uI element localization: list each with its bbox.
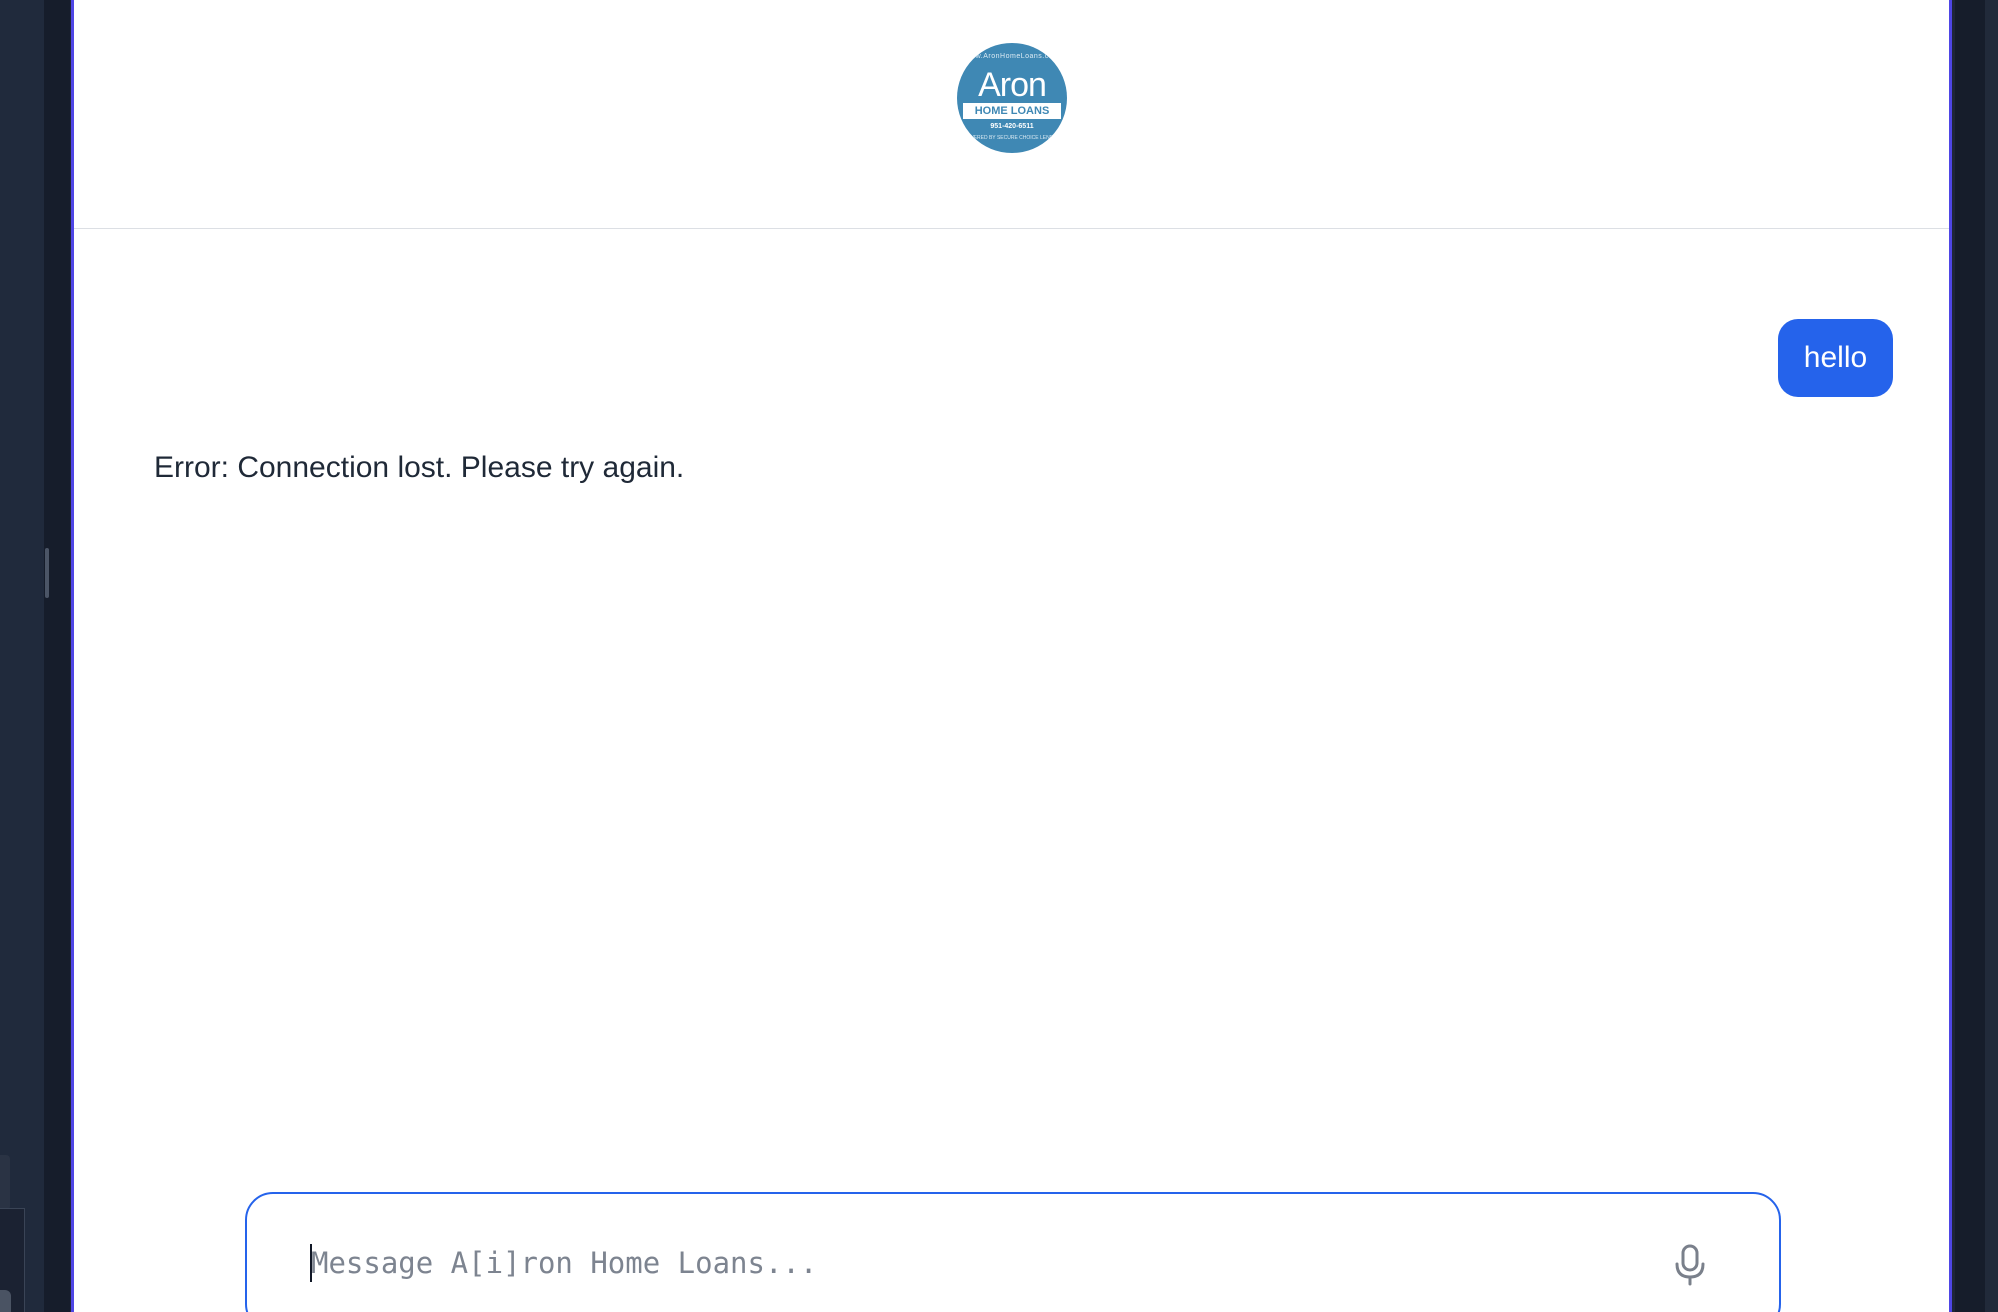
logo-band: HOME LOANS [963, 103, 1061, 119]
message-composer [245, 1192, 1781, 1312]
brand-logo: www.AronHomeLoans.com Aron HOME LOANS 95… [957, 43, 1067, 153]
background-divider [44, 0, 70, 1312]
message-input[interactable] [311, 1238, 1611, 1288]
user-message-bubble: hello [1778, 319, 1893, 397]
logo-tagline: POWERED BY SECURE CHOICE LENDING [961, 135, 1063, 141]
corner-button[interactable] [0, 1290, 11, 1312]
microphone-button[interactable] [1665, 1240, 1715, 1290]
side-tab[interactable] [0, 1155, 10, 1210]
logo-name: Aron [978, 66, 1047, 104]
background-edge-right [1985, 0, 1998, 1312]
assistant-message: Error: Connection lost. Please try again… [154, 451, 685, 484]
resize-handle[interactable] [45, 548, 49, 598]
logo-ring-text: www.AronHomeLoans.com [964, 53, 1060, 60]
chat-window: www.AronHomeLoans.com Aron HOME LOANS 95… [71, 0, 1952, 1312]
microphone-icon [1675, 1244, 1705, 1286]
background-panel-left [0, 0, 44, 1312]
chat-header: www.AronHomeLoans.com Aron HOME LOANS 95… [74, 0, 1949, 229]
logo-phone: 951-420-6511 [990, 123, 1034, 130]
